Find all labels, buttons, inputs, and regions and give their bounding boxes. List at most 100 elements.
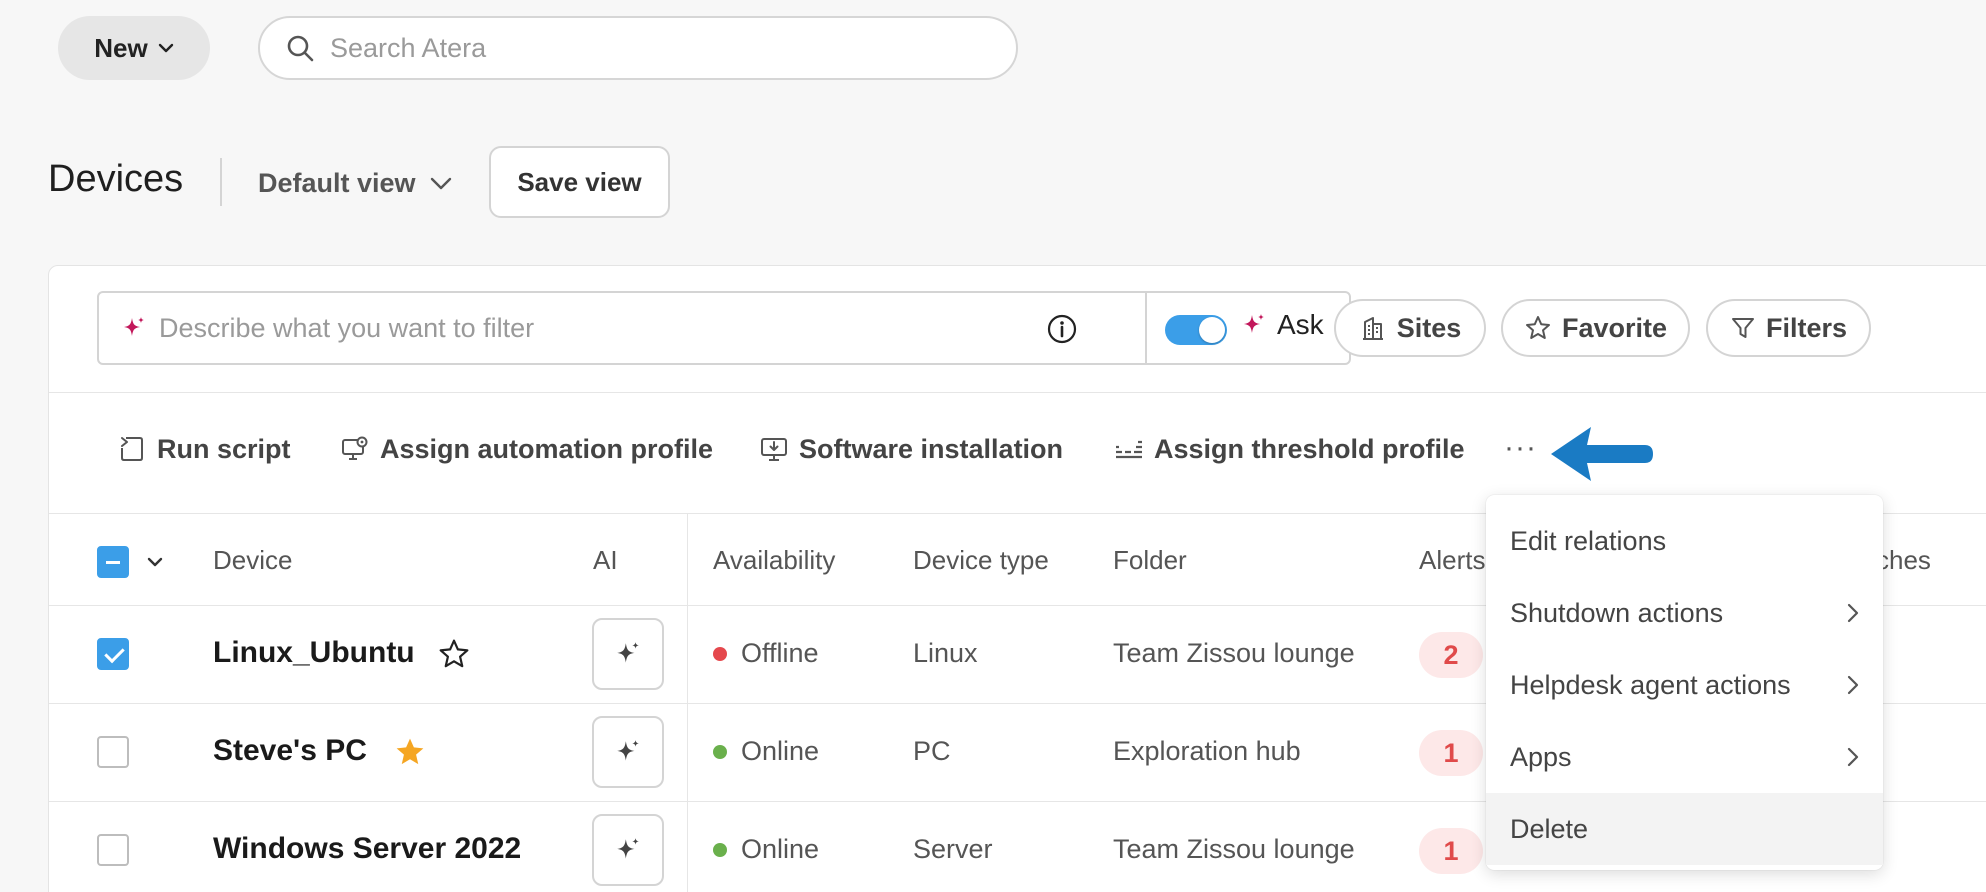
assign-automation-label: Assign automation profile [380, 433, 714, 464]
ai-assist-button[interactable] [592, 618, 664, 690]
select-all-checkbox[interactable] [97, 546, 129, 578]
menu-item-label: Helpdesk agent actions [1510, 669, 1791, 700]
menu-item-label: Edit relations [1510, 525, 1667, 556]
run-script-label: Run script [157, 433, 291, 464]
monitor-download-icon [761, 438, 787, 461]
alerts-badge[interactable]: 2 [1419, 632, 1483, 678]
assign-threshold-label: Assign threshold profile [1154, 433, 1465, 464]
row-checkbox[interactable] [97, 834, 129, 866]
device-name[interactable]: Steve's PC [213, 734, 367, 768]
favorite-filter-button[interactable]: Favorite [1501, 299, 1690, 357]
ask-button[interactable]: Ask [1241, 309, 1324, 341]
sites-filter-button[interactable]: Sites [1334, 299, 1486, 357]
column-header-device[interactable]: Device [213, 545, 292, 576]
script-icon [121, 437, 143, 461]
ask-label: Ask [1277, 309, 1324, 340]
assign-automation-profile-button[interactable]: Assign automation profile [340, 429, 713, 469]
ai-assist-button[interactable] [592, 716, 664, 788]
status-dot [713, 744, 727, 759]
menu-item-apps[interactable]: Apps [1486, 721, 1883, 793]
availability-cell: Online [713, 834, 819, 865]
status-dot [713, 646, 727, 661]
title-divider [220, 158, 222, 206]
row-checkbox[interactable] [97, 638, 129, 670]
folder-cell: Team Zissou lounge [1113, 834, 1355, 864]
column-header-folder[interactable]: Folder [1113, 545, 1187, 576]
row-checkbox[interactable] [97, 736, 129, 768]
ai-toggle[interactable] [1165, 315, 1227, 345]
sparkle-icon [617, 740, 639, 761]
chevron-right-icon [1847, 675, 1859, 695]
column-header-device-type[interactable]: Device type [913, 545, 1049, 576]
menu-item-edit-relations[interactable]: Edit relations [1486, 505, 1883, 577]
search-icon [287, 35, 314, 62]
menu-item-shutdown-actions[interactable]: Shutdown actions [1486, 577, 1883, 649]
sites-label: Sites [1396, 312, 1462, 343]
new-button[interactable]: New [58, 16, 210, 80]
menu-item-label: Apps [1510, 741, 1572, 772]
toggle-knob [1199, 317, 1225, 343]
monitor-gear-icon [342, 436, 368, 460]
ai-filter-box[interactable]: Ask [97, 291, 1351, 365]
star-outline-icon [1525, 316, 1550, 339]
availability-text: Offline [741, 638, 819, 668]
ai-filter-input[interactable] [159, 312, 1009, 344]
alerts-badge[interactable]: 1 [1419, 730, 1483, 776]
menu-item-delete[interactable]: Delete [1486, 793, 1883, 865]
column-header-patches[interactable]: ches [1876, 545, 1931, 576]
filters-label: Filters [1765, 312, 1848, 343]
availability-text: Online [741, 834, 820, 864]
star-outline-icon[interactable] [437, 637, 471, 671]
folder-cell: Exploration hub [1113, 736, 1301, 766]
chevron-right-icon [1847, 747, 1859, 767]
menu-item-label: Shutdown actions [1510, 597, 1724, 628]
chevron-down-icon[interactable] [147, 557, 163, 567]
column-header-availability[interactable]: Availability [713, 545, 835, 576]
device-name[interactable]: Linux_Ubuntu [213, 636, 415, 670]
save-view-button[interactable]: Save view [489, 146, 670, 218]
more-actions-button[interactable]: ··· [1504, 431, 1537, 465]
filters-button[interactable]: Filters [1706, 299, 1871, 357]
favorite-label: Favorite [1561, 312, 1668, 343]
folder-cell: Team Zissou lounge [1113, 638, 1355, 668]
search-input[interactable] [330, 32, 980, 64]
alerts-badge[interactable]: 1 [1419, 828, 1483, 874]
panel-divider [49, 392, 1986, 393]
software-installation-button[interactable]: Software installation [759, 429, 1063, 469]
star-filled-icon[interactable] [393, 735, 427, 769]
column-header-alerts[interactable]: Alerts [1419, 545, 1485, 576]
chevron-right-icon [1847, 603, 1859, 623]
global-search[interactable] [258, 16, 1018, 80]
more-actions-menu: Edit relations Shutdown actions Helpdesk… [1486, 495, 1883, 870]
sparkle-icon [124, 317, 144, 336]
annotation-arrow-icon [1551, 427, 1653, 481]
ai-assist-button[interactable] [592, 814, 664, 886]
funnel-icon [1731, 318, 1754, 338]
column-header-ai[interactable]: AI [593, 545, 618, 576]
device-type-cell: PC [913, 736, 951, 766]
status-dot [713, 842, 727, 857]
sparkle-icon [1244, 314, 1264, 333]
threshold-icon [1116, 440, 1142, 459]
menu-item-label: Delete [1510, 813, 1589, 844]
sparkle-icon [617, 838, 639, 859]
availability-cell: Offline [713, 638, 819, 669]
building-icon [1362, 317, 1383, 340]
page-title: Devices [48, 158, 184, 200]
chevron-down-icon [158, 43, 173, 53]
device-name[interactable]: Windows Server 2022 [213, 832, 521, 866]
device-type-cell: Server [913, 834, 993, 864]
new-button-label: New [94, 32, 148, 63]
menu-item-helpdesk-agent-actions[interactable]: Helpdesk agent actions [1486, 649, 1883, 721]
device-type-cell: Linux [913, 638, 978, 668]
sparkle-icon [617, 642, 639, 663]
info-icon[interactable] [1046, 313, 1078, 345]
availability-cell: Online [713, 736, 819, 767]
run-script-button[interactable]: Run script [117, 429, 291, 469]
availability-text: Online [741, 736, 820, 766]
view-selector[interactable]: Default view [258, 160, 452, 206]
software-installation-label: Software installation [799, 433, 1064, 464]
ai-filter-separator [1145, 293, 1147, 363]
chevron-down-icon [430, 177, 451, 189]
assign-threshold-profile-button[interactable]: Assign threshold profile [1114, 429, 1465, 469]
